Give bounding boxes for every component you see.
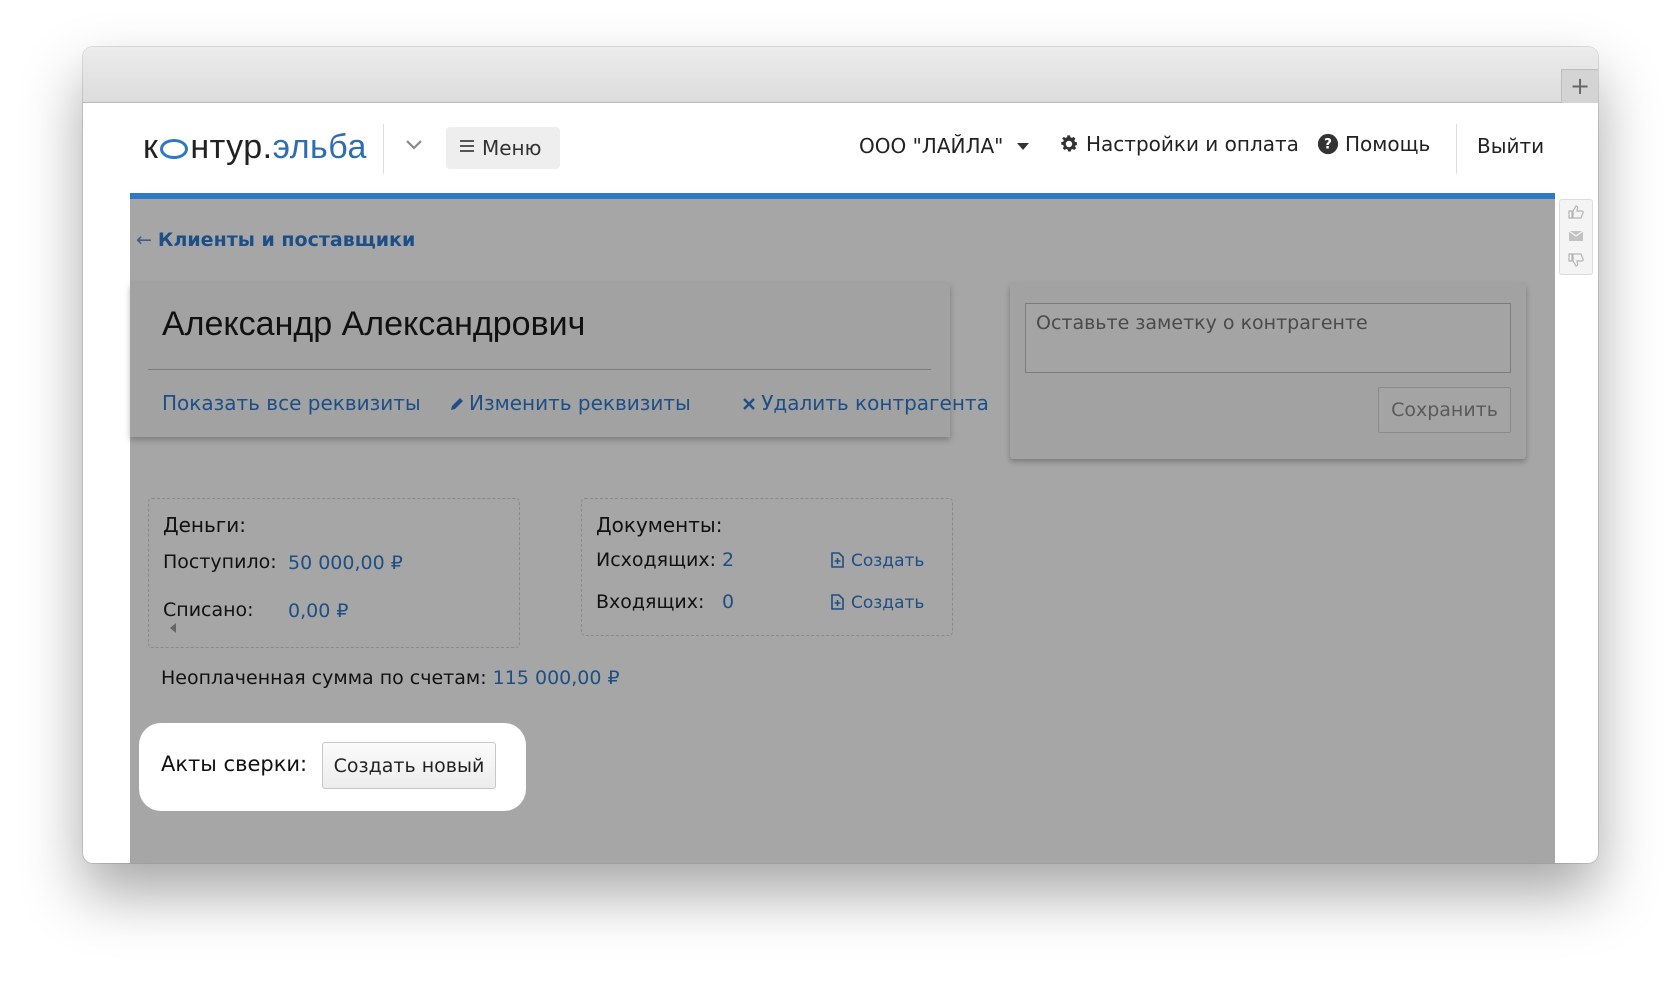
main-content-dimmed: ← Клиенты и поставщики Александр Александ… bbox=[130, 193, 1555, 863]
kontur-elba-logo[interactable]: к нтур.эльба bbox=[143, 128, 367, 167]
thumbs-up-icon[interactable] bbox=[1560, 200, 1592, 224]
organization-name: ООО "ЛАЙЛА" bbox=[859, 134, 1004, 158]
pencil-icon bbox=[451, 398, 464, 410]
header-divider bbox=[1456, 124, 1457, 174]
browser-window: + к нтур.эльба Меню ООО "ЛАЙЛА" Настройки… bbox=[83, 47, 1598, 863]
delete-contractor-link[interactable]: Удалить контрагента bbox=[741, 391, 1011, 415]
documents-section: Документы: Исходящих: 2 Создать Входящих… bbox=[581, 498, 953, 636]
edit-details-label: Изменить реквизиты bbox=[469, 391, 691, 415]
question-circle-icon: ? bbox=[1317, 133, 1339, 155]
logo-ring-icon bbox=[160, 139, 189, 159]
menu-label: Меню bbox=[482, 136, 542, 160]
help-label: Помощь bbox=[1345, 132, 1431, 156]
reconciliation-acts-highlight: Акты сверки: Создать новый bbox=[139, 723, 526, 811]
incoming-label: Входящих: bbox=[596, 591, 705, 613]
logo-dot: . bbox=[262, 128, 273, 166]
written-off-value[interactable]: 0,00 ₽ bbox=[288, 600, 348, 622]
breadcrumb-label: Клиенты и поставщики bbox=[157, 229, 416, 251]
written-off-label: Списано: bbox=[163, 599, 254, 621]
delete-contractor-label: Удалить контрагента bbox=[761, 391, 989, 415]
unpaid-value[interactable]: 115 000,00 ₽ bbox=[493, 667, 620, 689]
settings-label: Настройки и оплата bbox=[1086, 132, 1299, 156]
close-icon bbox=[743, 398, 756, 410]
money-title: Деньги: bbox=[163, 513, 247, 537]
create-label: Создать bbox=[851, 593, 925, 613]
note-card: Сохранить bbox=[1010, 283, 1526, 459]
svg-text:?: ? bbox=[1324, 137, 1332, 153]
logo-text-elba: эльба bbox=[272, 128, 367, 166]
create-new-act-button[interactable]: Создать новый bbox=[322, 742, 496, 789]
contractor-actions: Показать все реквизиты Изменить реквизит… bbox=[162, 391, 1033, 415]
create-incoming-link[interactable]: Создать bbox=[830, 593, 924, 613]
header-divider bbox=[383, 124, 384, 174]
incoming-value[interactable]: 0 bbox=[722, 591, 734, 613]
envelope-icon[interactable] bbox=[1560, 224, 1592, 248]
documents-title: Документы: bbox=[596, 513, 723, 537]
contractor-name: Александр Александрович bbox=[162, 305, 586, 343]
logout-link[interactable]: Выйти bbox=[1477, 134, 1544, 158]
money-section: Деньги: Поступило: 50 000,00 ₽ Списано: … bbox=[148, 498, 520, 648]
save-note-button[interactable]: Сохранить bbox=[1378, 387, 1511, 433]
edit-details-link[interactable]: Изменить реквизиты bbox=[449, 391, 713, 415]
divider bbox=[148, 369, 931, 370]
chevron-down-icon[interactable] bbox=[399, 130, 429, 160]
outgoing-label: Исходящих: bbox=[596, 549, 716, 571]
thumbs-down-icon[interactable] bbox=[1560, 248, 1592, 272]
back-arrow-icon: ← bbox=[136, 229, 152, 251]
outgoing-value[interactable]: 2 bbox=[722, 549, 734, 571]
breadcrumb[interactable]: ← Клиенты и поставщики bbox=[136, 229, 415, 251]
new-tab-button[interactable]: + bbox=[1561, 69, 1598, 103]
organization-selector[interactable]: ООО "ЛАЙЛА" bbox=[859, 134, 1030, 158]
settings-link[interactable]: Настройки и оплата bbox=[1058, 132, 1299, 156]
feedback-widget bbox=[1559, 199, 1593, 275]
unpaid-label: Неоплаченная сумма по счетам: bbox=[161, 667, 487, 689]
hamburger-icon bbox=[460, 137, 474, 155]
note-input[interactable] bbox=[1025, 303, 1511, 373]
gear-icon bbox=[1061, 135, 1078, 152]
new-document-icon bbox=[831, 594, 844, 610]
app-header: к нтур.эльба Меню ООО "ЛАЙЛА" Настройки и… bbox=[83, 104, 1598, 194]
logo-text-ntur: нтур bbox=[190, 128, 263, 166]
logo-text-k: к bbox=[143, 128, 159, 166]
received-label: Поступило: bbox=[163, 551, 277, 573]
reconciliation-acts-label: Акты сверки: bbox=[161, 752, 308, 776]
show-all-details-link[interactable]: Показать все реквизиты bbox=[162, 391, 421, 415]
unpaid-sum: Неоплаченная сумма по счетам: 115 000,00… bbox=[161, 667, 620, 689]
create-outgoing-link[interactable]: Создать bbox=[830, 551, 924, 571]
contractor-card: Александр Александрович Показать все рек… bbox=[130, 283, 989, 437]
caret-down-icon bbox=[1017, 143, 1030, 150]
new-document-icon bbox=[831, 552, 844, 568]
title-bar: + bbox=[83, 47, 1598, 103]
create-label: Создать bbox=[851, 551, 925, 571]
menu-button[interactable]: Меню bbox=[446, 127, 560, 169]
received-value[interactable]: 50 000,00 ₽ bbox=[288, 552, 403, 574]
help-link[interactable]: ? Помощь bbox=[1317, 132, 1430, 156]
